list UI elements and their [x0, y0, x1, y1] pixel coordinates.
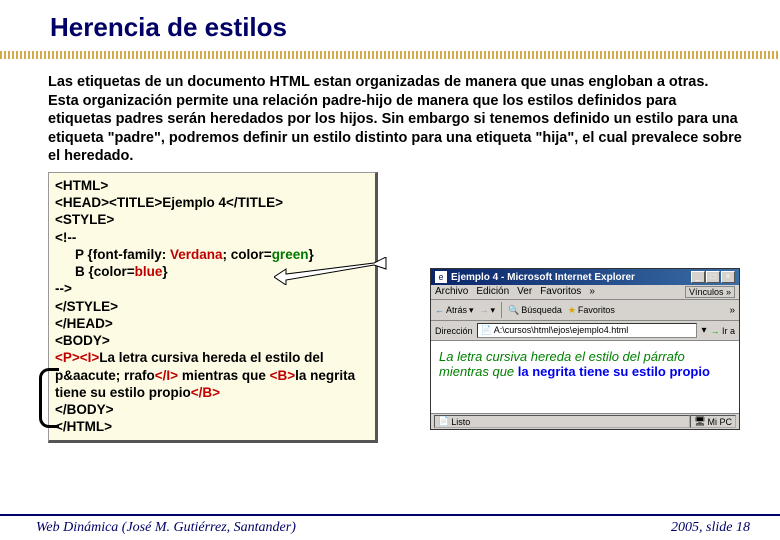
menu-archivo[interactable]: Archivo — [435, 286, 468, 298]
maximize-button[interactable]: □ — [706, 271, 720, 283]
footer-left: Web Dinámica (José M. Gutiérrez, Santand… — [36, 520, 296, 536]
browser-titlebar: e Ejemplo 4 - Microsoft Internet Explore… — [431, 269, 739, 285]
annotation-bracket-icon — [39, 368, 59, 428]
code-text: } — [162, 264, 167, 279]
address-label: Dirección — [435, 326, 473, 336]
title-divider — [0, 51, 780, 59]
window-controls: _ □ × — [691, 271, 735, 283]
page-icon: 📄 — [438, 416, 449, 427]
page-icon: 📄 — [481, 325, 492, 335]
dropdown-icon: ▾ — [491, 305, 496, 316]
address-input[interactable]: 📄 A:\cursos\html\ejos\ejemplo4.html — [477, 323, 698, 338]
go-icon: → — [710, 326, 719, 336]
code-example: <HTML> <HEAD><TITLE>Ejemplo 4</TITLE> <S… — [48, 172, 378, 443]
status-left: 📄 Listo — [434, 415, 690, 428]
minimize-button[interactable]: _ — [691, 271, 705, 283]
code-tag: <B> — [270, 368, 296, 383]
browser-menubar: Archivo Edición Ver Favoritos » Vínculos… — [431, 285, 739, 300]
go-label: Ir a — [722, 326, 735, 336]
forward-button[interactable]: → ▾ — [480, 305, 496, 316]
address-bar: Dirección 📄 A:\cursos\html\ejos\ejemplo4… — [431, 321, 739, 341]
go-button[interactable]: → Ir a — [710, 326, 735, 336]
intro-paragraph: Las etiquetas de un documento HTML estan… — [48, 73, 742, 166]
chevrons-icon: » — [726, 287, 731, 297]
chevrons-icon[interactable]: » — [729, 305, 735, 316]
browser-window: e Ejemplo 4 - Microsoft Internet Explore… — [430, 268, 740, 430]
code-line: <STYLE> — [55, 211, 369, 228]
back-arrow-icon: ← — [435, 305, 444, 315]
star-icon: ★ — [568, 305, 576, 316]
code-line: <HTML> — [55, 177, 369, 194]
dropdown-icon: ▾ — [469, 305, 474, 316]
status-text: Listo — [451, 417, 470, 427]
code-line: </BODY> — [55, 401, 369, 418]
status-zone: Mi PC — [708, 417, 733, 427]
favorites-label: Favoritos — [578, 305, 615, 315]
close-button[interactable]: × — [721, 271, 735, 283]
links-label: Vínculos — [689, 287, 724, 297]
search-icon: 🔍 — [508, 305, 519, 316]
rendered-bold: la negrita tiene su estilo propio — [518, 364, 710, 379]
favorites-button[interactable]: ★ Favoritos — [568, 305, 615, 316]
code-tag: <P><I> — [55, 350, 99, 365]
back-label: Atrás — [446, 305, 467, 315]
code-value: blue — [135, 264, 163, 279]
code-line: <BODY> — [55, 332, 369, 349]
slide-title: Herencia de estilos — [0, 0, 780, 51]
browser-toolbar: ← Atrás ▾ → ▾ 🔍 Búsqueda ★ Favoritos » — [431, 300, 739, 321]
code-text: P {font-family: — [75, 247, 166, 262]
menu-ver[interactable]: Ver — [517, 286, 532, 298]
code-value: green — [272, 247, 309, 262]
search-button[interactable]: 🔍 Búsqueda — [508, 305, 562, 316]
code-line: </HTML> — [55, 418, 369, 435]
menu-favoritos[interactable]: Favoritos — [540, 286, 581, 298]
code-line: P {font-family: Verdana; color=green} — [55, 246, 369, 263]
ie-icon: e — [435, 271, 447, 283]
code-line: <P><I>La letra cursiva hereda el estilo … — [55, 349, 369, 401]
forward-arrow-icon: → — [480, 305, 489, 315]
code-line: </STYLE> — [55, 298, 369, 315]
code-text: ; color= — [223, 247, 272, 262]
address-value: A:\cursos\html\ejos\ejemplo4.html — [494, 325, 629, 335]
links-bar[interactable]: Vínculos » — [685, 286, 735, 298]
dropdown-icon[interactable]: ▾ — [701, 325, 706, 336]
menu-edicion[interactable]: Edición — [476, 286, 509, 298]
search-label: Búsqueda — [521, 305, 562, 315]
code-tag: </B> — [191, 385, 220, 400]
code-line: B {color=blue} — [55, 263, 369, 280]
browser-title-text: Ejemplo 4 - Microsoft Internet Explorer — [451, 272, 687, 283]
rendered-mid: mientras que — [439, 364, 518, 379]
separator — [501, 302, 502, 318]
code-text: B {color= — [75, 264, 135, 279]
code-line: </HEAD> — [55, 315, 369, 332]
code-line: <!-- — [55, 229, 369, 246]
footer-right: 2005, slide 18 — [671, 520, 750, 536]
browser-statusbar: 📄 Listo 🖥 Mi PC — [431, 413, 739, 429]
menu-chevrons-icon[interactable]: » — [589, 286, 595, 298]
code-tag: </I> — [155, 368, 178, 383]
code-text: } — [308, 247, 313, 262]
back-button[interactable]: ← Atrás ▾ — [435, 305, 474, 316]
code-value: Verdana — [166, 247, 222, 262]
code-line: --> — [55, 280, 369, 297]
status-right: 🖥 Mi PC — [690, 415, 736, 428]
code-text: mientras que — [178, 368, 270, 383]
rendered-italic: La letra cursiva hereda el estilo del pá… — [439, 349, 685, 364]
computer-icon: 🖥 — [694, 416, 705, 427]
browser-viewport: La letra cursiva hereda el estilo del pá… — [431, 341, 739, 413]
code-line: <HEAD><TITLE>Ejemplo 4</TITLE> — [55, 194, 369, 211]
slide-footer: Web Dinámica (José M. Gutiérrez, Santand… — [0, 514, 780, 540]
